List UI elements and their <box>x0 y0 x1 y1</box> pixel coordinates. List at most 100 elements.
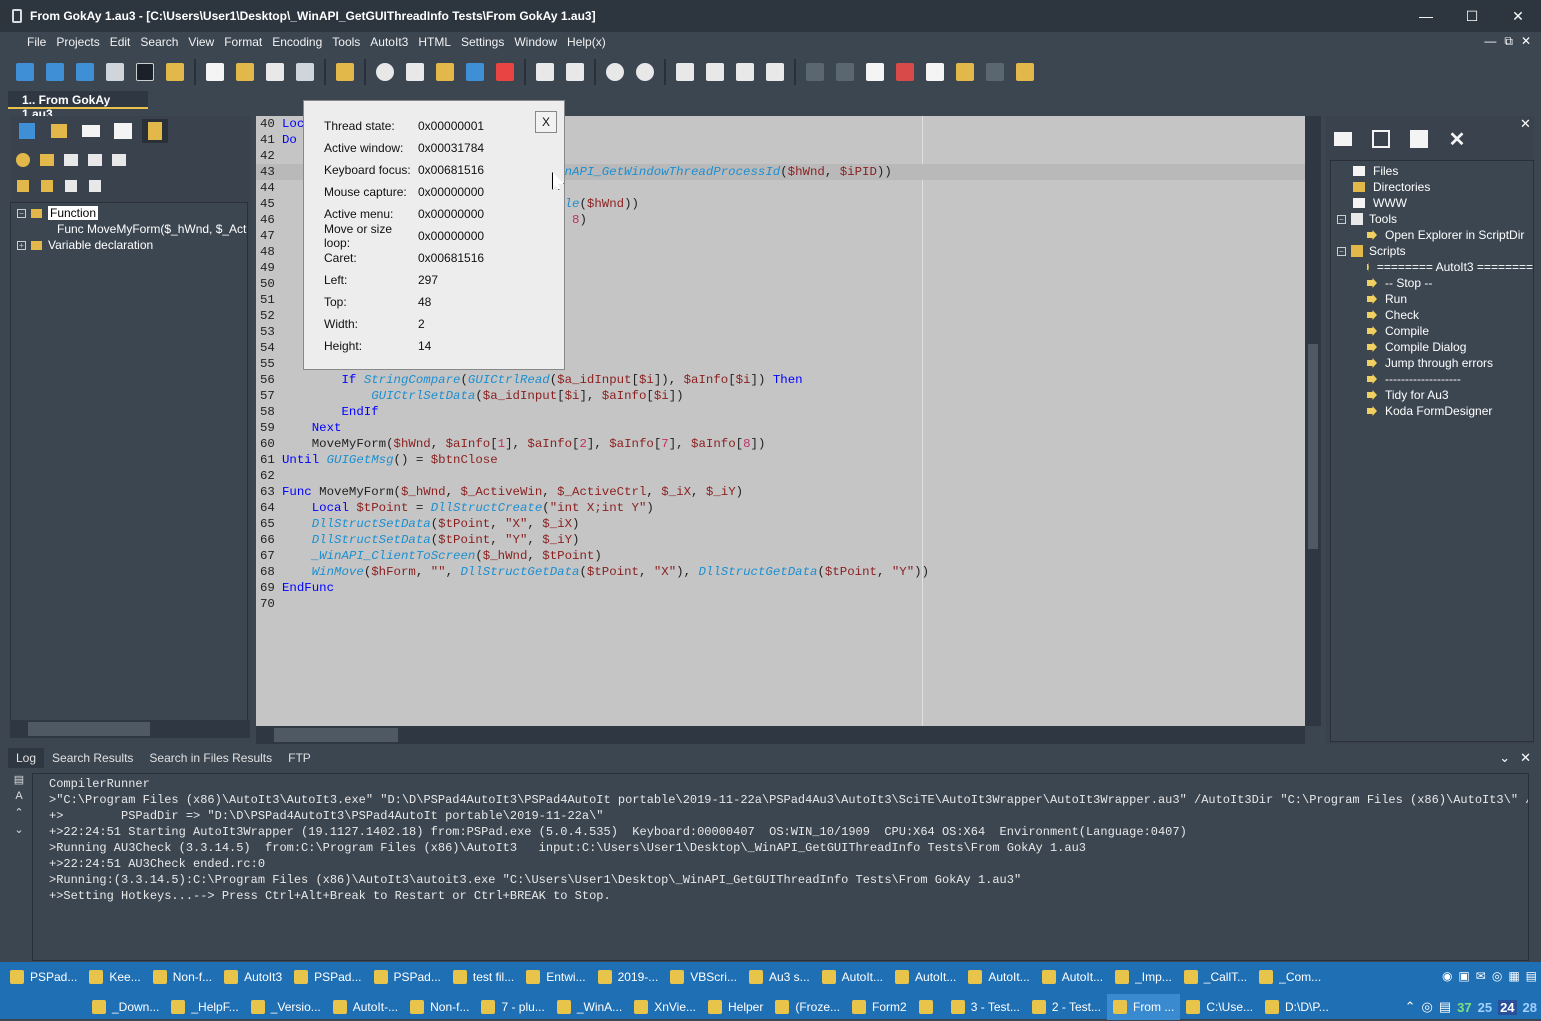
code-line[interactable]: 57 GUICtrlSetData($a_idInput[$i], $aInfo… <box>256 388 1305 404</box>
scripts-tree-node[interactable]: Directories <box>1331 179 1533 195</box>
save-all-icon[interactable] <box>292 59 318 85</box>
taskbar-item[interactable]: Non-f... <box>404 994 475 1020</box>
left-horizontal-scrollbar[interactable] <box>10 720 250 738</box>
taskbar-item[interactable]: 3 - Test... <box>945 994 1026 1020</box>
taskbar-item[interactable]: test fil... <box>447 964 520 990</box>
taskbar-item[interactable]: PSPad... <box>288 964 367 990</box>
shield-icon[interactable]: ◉ <box>1442 969 1452 983</box>
compare-icon[interactable] <box>492 59 518 85</box>
ftp-tab-icon[interactable] <box>78 119 104 143</box>
mdi-close-button[interactable]: ✕ <box>1521 34 1531 49</box>
menu-view[interactable]: View <box>183 35 219 49</box>
scripts-tree-node[interactable]: Compile <box>1331 323 1533 339</box>
down-icon[interactable]: ⌄ <box>14 823 23 836</box>
tray-display-icon[interactable]: ▤ <box>1526 969 1537 983</box>
print-project-icon[interactable] <box>102 59 128 85</box>
sort-desc-icon[interactable] <box>38 178 56 194</box>
tree-node-function[interactable]: − Function <box>11 205 247 221</box>
taskbar-item[interactable]: From ... <box>1106 994 1181 1020</box>
editor-horizontal-scrollbar[interactable] <box>256 726 1305 744</box>
code-line[interactable]: 68 WinMove($hForm, "", DllStructGetData(… <box>256 564 1305 580</box>
code-line[interactable]: 69 EndFunc <box>256 580 1305 596</box>
taskbar-item[interactable]: C:\Use... <box>1180 994 1259 1020</box>
code-line[interactable]: 70 <box>256 596 1305 612</box>
font-icon[interactable]: A <box>15 790 22 802</box>
check-icon[interactable] <box>86 178 104 194</box>
tray-shared-icon[interactable]: ▦ <box>1508 969 1519 983</box>
close-tab-icon[interactable]: ✕ <box>1444 126 1470 152</box>
color-icon[interactable] <box>892 59 918 85</box>
scripts-tree-node[interactable]: Jump through errors <box>1331 355 1533 371</box>
code-line[interactable]: 67 _WinAPI_ClientToScreen($_hWnd, $tPoin… <box>256 548 1305 564</box>
taskbar-item[interactable]: _Com... <box>1253 964 1327 990</box>
taskbar-item[interactable]: _Down... <box>86 994 165 1020</box>
taskbar-item[interactable]: AutoIt... <box>1036 964 1109 990</box>
up-icon[interactable]: ⌃ <box>14 806 23 819</box>
collapse-bottom-icon[interactable]: ⌄ <box>1499 750 1510 766</box>
tab-log[interactable]: Log <box>8 748 45 768</box>
tree-node-func-movemyform[interactable]: Func MoveMyForm($_hWnd, $_ActiveWin <box>11 221 247 237</box>
folder-star-icon[interactable] <box>162 59 188 85</box>
taskbar-item[interactable]: AutoIt... <box>889 964 962 990</box>
taskbar-item[interactable]: Au3 s... <box>743 964 816 990</box>
close-button[interactable]: ✕ <box>1495 0 1541 32</box>
taskbar-item[interactable]: 2019-... <box>592 964 665 990</box>
code-line[interactable]: 60 MoveMyForm($hWnd, $aInfo[1], $aInfo[2… <box>256 436 1305 452</box>
textblock-icon[interactable] <box>862 59 888 85</box>
taskbar-item[interactable]: AutoIt-... <box>327 994 404 1020</box>
save-project-icon[interactable] <box>72 59 98 85</box>
taskbar-item[interactable]: AutoIt... <box>816 964 889 990</box>
close-bottom-icon[interactable]: ✕ <box>1520 750 1531 766</box>
menu-format[interactable]: Format <box>219 35 267 49</box>
code-line[interactable]: 56 If StringCompare(GUICtrlRead($a_idInp… <box>256 372 1305 388</box>
lock-icon[interactable] <box>952 59 978 85</box>
cut-icon[interactable] <box>672 59 698 85</box>
scripts-tree-node[interactable]: Koda FormDesigner <box>1331 403 1533 419</box>
dialog-close-button[interactable]: X <box>535 111 557 133</box>
pilcrow-icon[interactable] <box>832 59 858 85</box>
taskbar-item[interactable]: Non-f... <box>147 964 218 990</box>
tray-number-2[interactable]: 25 <box>1478 1000 1492 1015</box>
new-file-icon[interactable] <box>202 59 228 85</box>
tab-ftp[interactable]: FTP <box>280 748 319 768</box>
clip-tab-icon[interactable] <box>1330 126 1356 152</box>
taskbar-item[interactable] <box>913 994 945 1020</box>
taskbar-item[interactable]: AutoIt3 <box>218 964 288 990</box>
taskbar-item[interactable]: XnVie... <box>628 994 702 1020</box>
menu-autoit3[interactable]: AutoIt3 <box>365 35 413 49</box>
search-icon[interactable] <box>372 59 398 85</box>
code-line[interactable]: 59 Next <box>256 420 1305 436</box>
edit-tab-icon[interactable] <box>1368 126 1394 152</box>
scripts-tree-node[interactable]: − Tools <box>1331 211 1533 227</box>
taskbar-item[interactable]: _HelpF... <box>165 994 244 1020</box>
taskbar-item[interactable]: 7 - plu... <box>475 994 550 1020</box>
taskbar-item[interactable]: 2 - Test... <box>1026 994 1107 1020</box>
code-line[interactable]: 58 EndIf <box>256 404 1305 420</box>
tree-icon[interactable] <box>332 59 358 85</box>
scroll-thumb[interactable] <box>274 728 398 742</box>
minimize-button[interactable]: — <box>1403 0 1449 32</box>
taskbar-item[interactable]: _Imp... <box>1109 964 1178 990</box>
scripts-tree-node[interactable]: Check <box>1331 307 1533 323</box>
scripts-tree-node[interactable]: Compile Dialog <box>1331 339 1533 355</box>
scripts-tree-node[interactable]: ------------------- <box>1331 371 1533 387</box>
mdi-minimize-button[interactable]: — <box>1484 34 1496 49</box>
spell-icon[interactable] <box>982 59 1008 85</box>
preview-icon[interactable] <box>532 59 558 85</box>
menu-html[interactable]: HTML <box>413 35 456 49</box>
tree-node-variable-declaration[interactable]: + Variable declaration <box>11 237 247 253</box>
scripts-tree-node[interactable]: Open Explorer in ScriptDir <box>1331 227 1533 243</box>
save-file-icon[interactable] <box>262 59 288 85</box>
bracket-icon[interactable] <box>462 59 488 85</box>
tray-settings-icon[interactable]: ◎ <box>1492 969 1502 983</box>
taskbar-item[interactable]: VBScri... <box>664 964 743 990</box>
redo-icon[interactable] <box>632 59 658 85</box>
wrap-icon[interactable] <box>802 59 828 85</box>
taskbar-item[interactable]: (Froze... <box>769 994 846 1020</box>
replace-icon[interactable] <box>402 59 428 85</box>
scripts-tree-node[interactable]: Run <box>1331 291 1533 307</box>
collapse-icon[interactable]: − <box>17 208 26 218</box>
log-icon[interactable] <box>132 59 158 85</box>
project-tab-icon[interactable] <box>14 119 40 143</box>
log-file-icon[interactable]: ▤ <box>14 773 24 786</box>
